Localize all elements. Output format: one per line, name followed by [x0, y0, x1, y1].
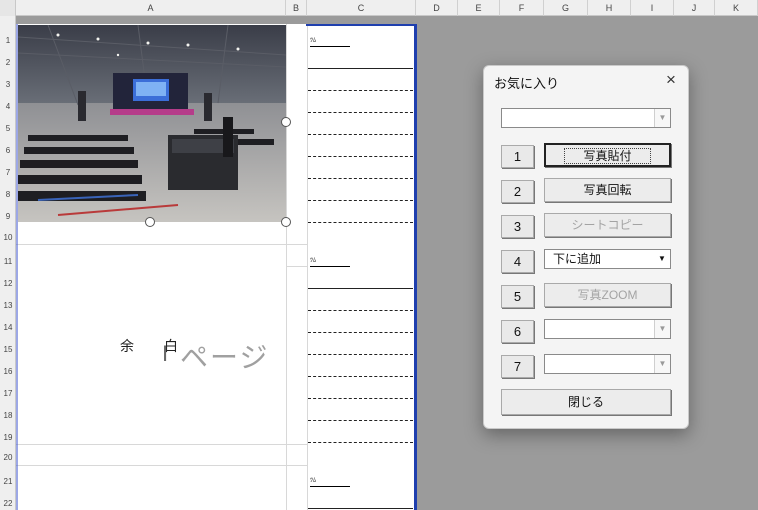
row-header[interactable]: 13: [0, 301, 16, 310]
number-button-4[interactable]: 4: [501, 250, 534, 273]
column-header-h[interactable]: H: [588, 0, 631, 16]
dashed-rule: [308, 420, 413, 421]
dashed-rule: [308, 222, 413, 223]
solid-rule: [308, 508, 413, 509]
row-header[interactable]: 11: [0, 257, 16, 266]
row-header[interactable]: 19: [0, 433, 16, 442]
solid-rule: [308, 288, 413, 289]
row-header[interactable]: 20: [0, 453, 16, 462]
column-header-j[interactable]: J: [674, 0, 715, 16]
cell-mark: ﾂﾑ: [310, 38, 350, 47]
row-header[interactable]: 12: [0, 279, 16, 288]
cell-mark: ﾂﾑ: [310, 258, 350, 267]
row-header[interactable]: 15: [0, 345, 16, 354]
solid-rule: [308, 68, 413, 69]
dashed-rule: [308, 156, 413, 157]
row-header[interactable]: 9: [0, 212, 16, 221]
dashed-rule: [308, 178, 413, 179]
column-header-i[interactable]: I: [631, 0, 674, 16]
close-icon[interactable]: ×: [662, 70, 680, 90]
gridline: [16, 444, 307, 445]
column-header-f[interactable]: F: [500, 0, 544, 16]
chevron-down-icon[interactable]: ▼: [654, 320, 670, 338]
row-header[interactable]: 8: [0, 190, 16, 199]
close-button[interactable]: 閉じる: [501, 389, 671, 415]
number-button-7[interactable]: 7: [501, 355, 534, 378]
dashed-rule: [308, 398, 413, 399]
row-header[interactable]: 14: [0, 323, 16, 332]
cell-mark: ﾂﾑ: [310, 478, 350, 487]
gridline: [16, 465, 307, 466]
add-position-value: 下に追加: [553, 252, 602, 266]
dashed-rule: [308, 134, 413, 135]
gridline: [16, 244, 307, 245]
dashed-rule: [308, 354, 413, 355]
select-all-corner[interactable]: [0, 0, 16, 16]
dashed-rule: [308, 112, 413, 113]
dashed-rule: [308, 332, 413, 333]
favorites-dialog: お気に入り × ▼ 1 写真貼付 2 写真回転 3 シートコピー 4 下に追加 …: [483, 65, 689, 429]
row-header[interactable]: 16: [0, 367, 16, 376]
page-watermark: ページ: [180, 342, 270, 373]
row-header[interactable]: 1: [0, 36, 16, 45]
rotate-photo-button[interactable]: 写真回転: [544, 178, 671, 202]
gridline: [286, 266, 307, 267]
column-header-a[interactable]: A: [16, 0, 286, 16]
row-header-bar: 1 2 3 4 5 6 7 8 9 10 11 12 13 14 15 16 1…: [0, 16, 16, 510]
row-header[interactable]: 4: [0, 102, 16, 111]
resize-handle[interactable]: [281, 117, 291, 127]
chevron-down-icon[interactable]: ▼: [654, 250, 670, 268]
photo-illustration: [18, 25, 286, 222]
column-header-g[interactable]: G: [544, 0, 588, 16]
photo-zoom-button[interactable]: 写真ZOOM: [544, 283, 671, 307]
dashed-rule: [308, 376, 413, 377]
resize-handle[interactable]: [145, 217, 155, 227]
column-header-bar: A B C D E F G H I J K: [0, 0, 758, 16]
row-header[interactable]: 22: [0, 499, 16, 508]
add-position-select[interactable]: 下に追加 ▼: [544, 249, 671, 269]
option-select-6[interactable]: ▼: [544, 319, 671, 339]
gridline: [307, 24, 308, 510]
favorites-select[interactable]: ▼: [501, 108, 671, 128]
option-select-7[interactable]: ▼: [544, 354, 671, 374]
dashed-rule: [308, 200, 413, 201]
row-header[interactable]: 6: [0, 146, 16, 155]
row-header[interactable]: 2: [0, 58, 16, 67]
number-button-6[interactable]: 6: [501, 320, 534, 343]
paste-photo-button[interactable]: 写真貼付: [544, 143, 671, 167]
column-header-d[interactable]: D: [416, 0, 458, 16]
chevron-down-icon[interactable]: ▼: [654, 355, 670, 373]
dashed-rule: [308, 90, 413, 91]
row-header[interactable]: 17: [0, 389, 16, 398]
number-button-2[interactable]: 2: [501, 180, 534, 203]
page-break-line[interactable]: [414, 24, 417, 510]
column-header-c[interactable]: C: [307, 0, 416, 16]
column-header-e[interactable]: E: [458, 0, 500, 16]
gridline: [286, 24, 287, 510]
row-header[interactable]: 3: [0, 80, 16, 89]
column-header-b[interactable]: B: [286, 0, 307, 16]
dashed-rule: [308, 442, 413, 443]
number-button-5[interactable]: 5: [501, 285, 534, 308]
row-header[interactable]: 18: [0, 411, 16, 420]
text-cursor-icon: I: [162, 341, 169, 366]
dashed-rule: [308, 310, 413, 311]
resize-handle[interactable]: [281, 217, 291, 227]
margin-label-1: 余: [120, 338, 134, 354]
paste-photo-label: 写真貼付: [564, 148, 651, 164]
dialog-title: お気に入り: [494, 76, 560, 91]
copy-sheet-button[interactable]: シートコピー: [544, 213, 671, 237]
number-button-3[interactable]: 3: [501, 215, 534, 238]
row-header[interactable]: 10: [0, 233, 16, 242]
row-header[interactable]: 7: [0, 168, 16, 177]
chevron-down-icon[interactable]: ▼: [654, 109, 670, 127]
row-header[interactable]: 5: [0, 124, 16, 133]
column-header-k[interactable]: K: [715, 0, 758, 16]
event-hall-photo[interactable]: [18, 25, 286, 222]
number-button-1[interactable]: 1: [501, 145, 534, 168]
page-break-line: [306, 24, 416, 26]
row-header[interactable]: 21: [0, 477, 16, 486]
